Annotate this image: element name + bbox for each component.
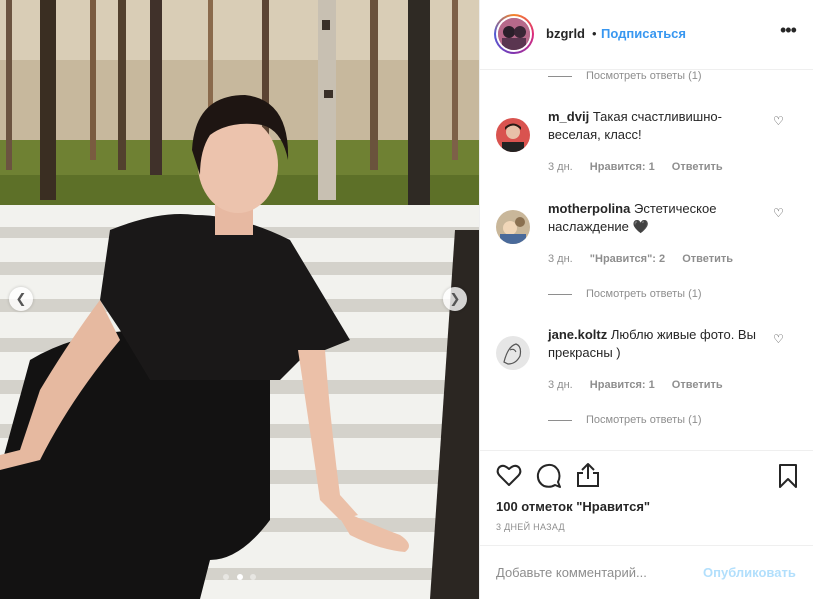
comment-likes[interactable]: Нравится: 1	[590, 379, 655, 391]
comment-meta: 3 дн. Нравится: 1 Ответить	[548, 379, 737, 391]
likes-count[interactable]: 100 отметок "Нравится"	[496, 499, 650, 514]
avatar[interactable]	[496, 210, 530, 244]
replies-line	[548, 75, 572, 77]
post-photo[interactable]: ❮ ❯	[0, 0, 479, 599]
separator-dot: •	[592, 26, 597, 41]
post-timestamp[interactable]: 3 дней назад	[496, 522, 565, 532]
slide-dot	[222, 574, 229, 580]
add-comment-bar: Добавьте комментарий... Опубликовать	[480, 545, 813, 599]
comments-list[interactable]: Посмотреть ответы (1) m_dvij Такая счаст…	[480, 70, 813, 450]
post-author-username[interactable]: bzgrld	[546, 26, 585, 41]
post-header: bzgrld • Подписаться •••	[480, 0, 813, 70]
view-replies-link[interactable]: Посмотреть ответы (1)	[548, 288, 702, 300]
heart-icon[interactable]: ♡	[773, 332, 784, 346]
comment-input[interactable]: Добавьте комментарий...	[496, 565, 686, 580]
previous-slide-button[interactable]: ❮	[9, 287, 33, 311]
commenter-avatar-image	[496, 210, 530, 244]
avatar[interactable]	[496, 118, 530, 152]
comment-age: 3 дн.	[548, 161, 573, 173]
replies-line	[548, 293, 572, 295]
view-replies-link[interactable]: Посмотреть ответы (1)	[548, 70, 702, 82]
bookmark-icon[interactable]	[778, 463, 798, 489]
heart-icon[interactable]: ♡	[773, 206, 784, 220]
reply-button[interactable]: Ответить	[682, 253, 733, 265]
avatar-image	[498, 18, 530, 50]
heart-icon[interactable]	[496, 463, 522, 487]
slide-dot	[250, 574, 257, 580]
comment-likes[interactable]: "Нравится": 2	[590, 253, 665, 265]
comment-text: jane.koltz Люблю живые фото. Вы прекрасн…	[548, 326, 758, 362]
avatar	[498, 18, 530, 50]
comment-text: motherpolina Эстетическое наслаждение 🖤	[548, 200, 758, 236]
commenter-avatar-image	[496, 336, 530, 370]
slide-indicator	[0, 567, 479, 583]
post-actions: 100 отметок "Нравится" 3 дней назад	[480, 450, 813, 543]
replies-line	[548, 419, 572, 421]
post-sidebar: bzgrld • Подписаться ••• Посмотреть отве…	[479, 0, 813, 599]
comment-meta: 3 дн. "Нравится": 2 Ответить	[548, 253, 747, 265]
photo-scene	[0, 0, 479, 599]
comment-username[interactable]: motherpolina	[548, 201, 630, 216]
comment-text: m_dvij Такая счастливишно-веселая, класс…	[548, 108, 758, 144]
commenter-avatar-image	[496, 118, 530, 152]
comment-icon[interactable]	[536, 463, 562, 489]
avatar[interactable]	[496, 336, 530, 370]
next-slide-button[interactable]: ❯	[443, 287, 467, 311]
share-icon[interactable]	[576, 462, 600, 488]
comment-meta: 3 дн. Нравится: 1 Ответить	[548, 161, 737, 173]
heart-icon[interactable]: ♡	[773, 114, 784, 128]
story-ring-avatar[interactable]	[494, 14, 534, 54]
comment-age: 3 дн.	[548, 379, 573, 391]
slide-dot-active	[236, 574, 243, 580]
follow-button[interactable]: Подписаться	[601, 26, 686, 41]
comment-username[interactable]: m_dvij	[548, 109, 589, 124]
publish-button[interactable]: Опубликовать	[703, 565, 796, 580]
reply-button[interactable]: Ответить	[672, 161, 723, 173]
more-horizontal-icon[interactable]: •••	[780, 20, 797, 41]
comment-age: 3 дн.	[548, 253, 573, 265]
reply-button[interactable]: Ответить	[672, 379, 723, 391]
comment-likes[interactable]: Нравится: 1	[590, 161, 655, 173]
view-replies-link[interactable]: Посмотреть ответы (1)	[548, 414, 702, 426]
comment-username[interactable]: jane.koltz	[548, 327, 607, 342]
